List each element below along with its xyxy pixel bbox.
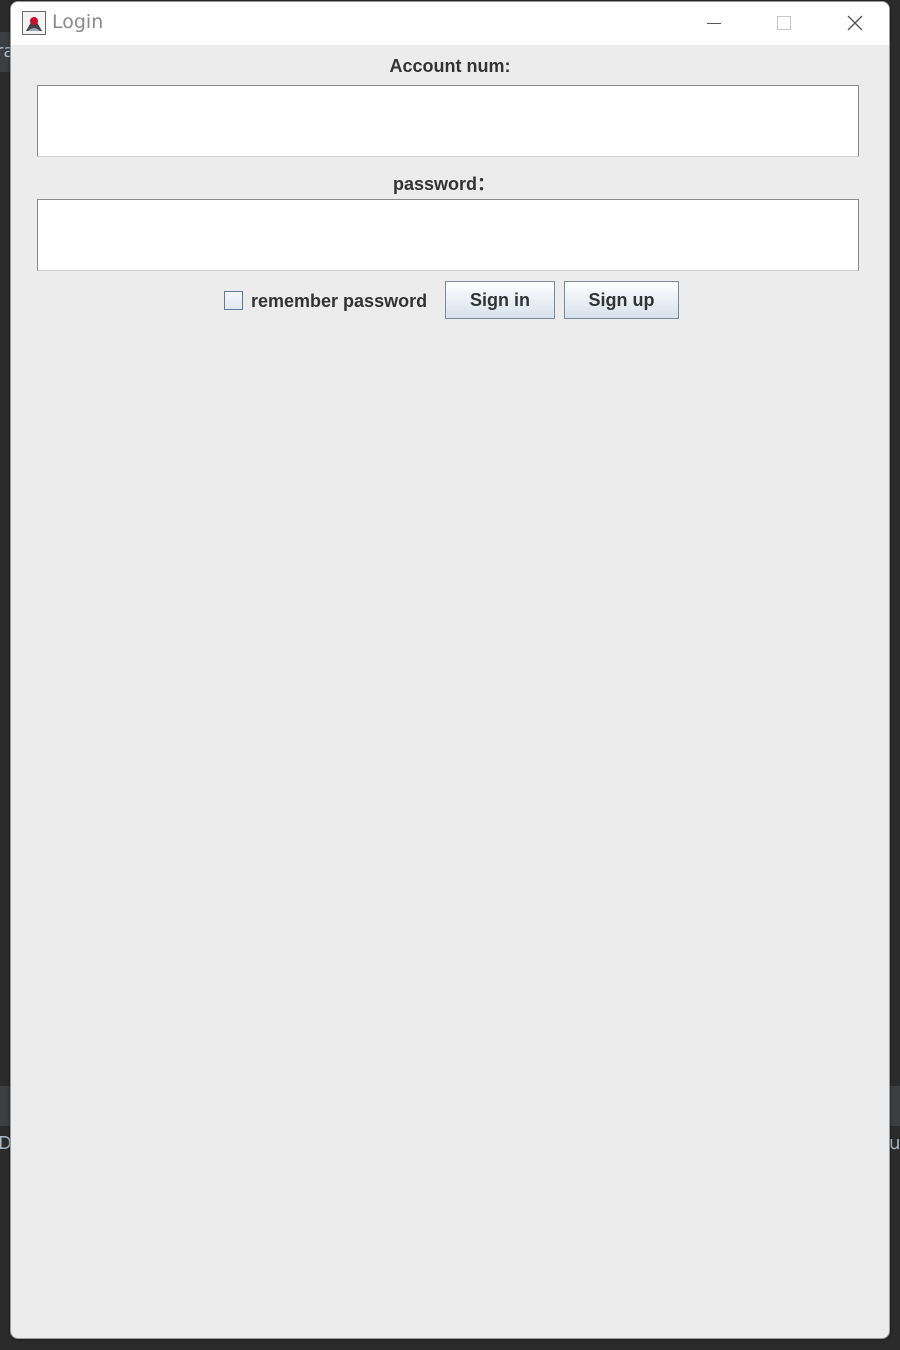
password-label: password： <box>392 174 496 194</box>
maximize-icon[interactable] <box>749 2 819 45</box>
minimize-icon[interactable] <box>679 2 749 45</box>
java-icon <box>22 11 46 35</box>
title-bar[interactable]: Login <box>11 2 889 45</box>
sign-up-button[interactable]: Sign up <box>564 281 679 319</box>
password-input[interactable] <box>37 199 859 271</box>
sign-in-button[interactable]: Sign in <box>445 281 555 319</box>
remember-password-checkbox[interactable] <box>224 291 243 310</box>
login-window: Login Account num: password： remember pa… <box>10 1 890 1339</box>
background-text-bottom-right: u <box>889 1133 900 1154</box>
close-icon[interactable] <box>819 2 889 45</box>
remember-password-label[interactable]: remember password <box>251 291 427 312</box>
account-input[interactable] <box>37 85 859 157</box>
account-label: Account num: <box>389 56 511 76</box>
window-title: Login <box>52 11 104 33</box>
